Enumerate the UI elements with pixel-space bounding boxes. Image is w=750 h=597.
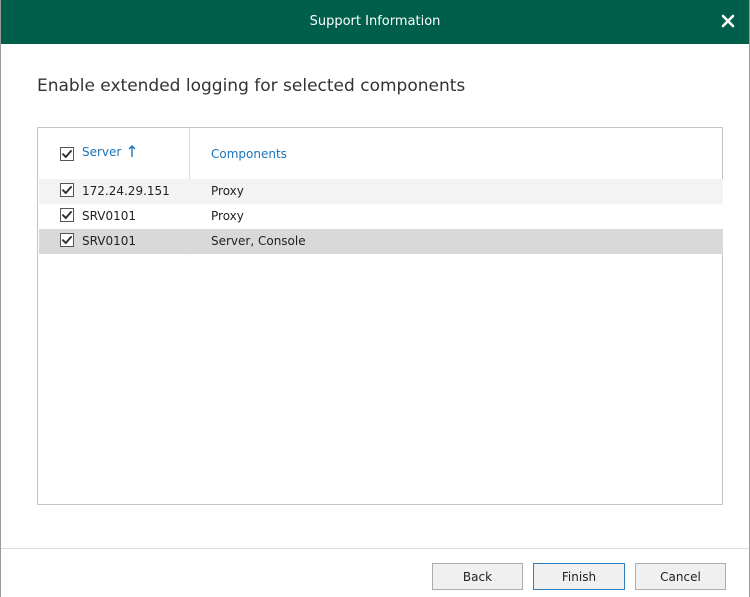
dialog-title: Support Information [309,14,441,29]
cell-server: SRV0101 [82,209,137,223]
title-bar: Support Information [1,0,749,44]
column-header-server-label: Server [82,145,122,159]
row-checkbox[interactable] [60,233,74,247]
table-row[interactable]: SRV0101 Proxy [39,204,723,229]
finish-button[interactable]: Finish [533,563,625,590]
sort-ascending-icon [128,145,136,161]
checkmark-icon [62,186,72,194]
components-table: Server Components 172.24.29.151 Proxy SRV0… [37,127,723,505]
column-header-components[interactable]: Components [211,147,287,161]
row-checkbox[interactable] [60,183,74,197]
cell-server: 172.24.29.151 [82,184,170,198]
column-header-server[interactable]: Server [82,145,136,161]
table-header: Server Components [38,144,722,166]
checkmark-icon [62,211,72,219]
back-button[interactable]: Back [432,563,523,590]
table-row[interactable]: 172.24.29.151 Proxy [39,179,723,204]
cell-components: Proxy [211,209,244,223]
cell-components: Proxy [211,184,244,198]
close-icon [721,14,735,28]
checkmark-icon [62,236,72,244]
cancel-button[interactable]: Cancel [635,563,726,590]
page-heading: Enable extended logging for selected com… [37,76,466,96]
select-all-checkbox[interactable] [60,147,74,161]
checkmark-icon [62,150,72,158]
footer-divider [1,548,749,549]
table-body: 172.24.29.151 Proxy SRV0101 Proxy SRV0101 Ser… [39,179,723,254]
close-button[interactable] [717,10,739,32]
support-information-dialog: Support Information Enable extended logg… [0,0,750,597]
table-row[interactable]: SRV0101 Server, Console [39,229,723,254]
row-checkbox[interactable] [60,208,74,222]
cell-components: Server, Console [211,234,306,248]
cell-server: SRV0101 [82,234,137,248]
